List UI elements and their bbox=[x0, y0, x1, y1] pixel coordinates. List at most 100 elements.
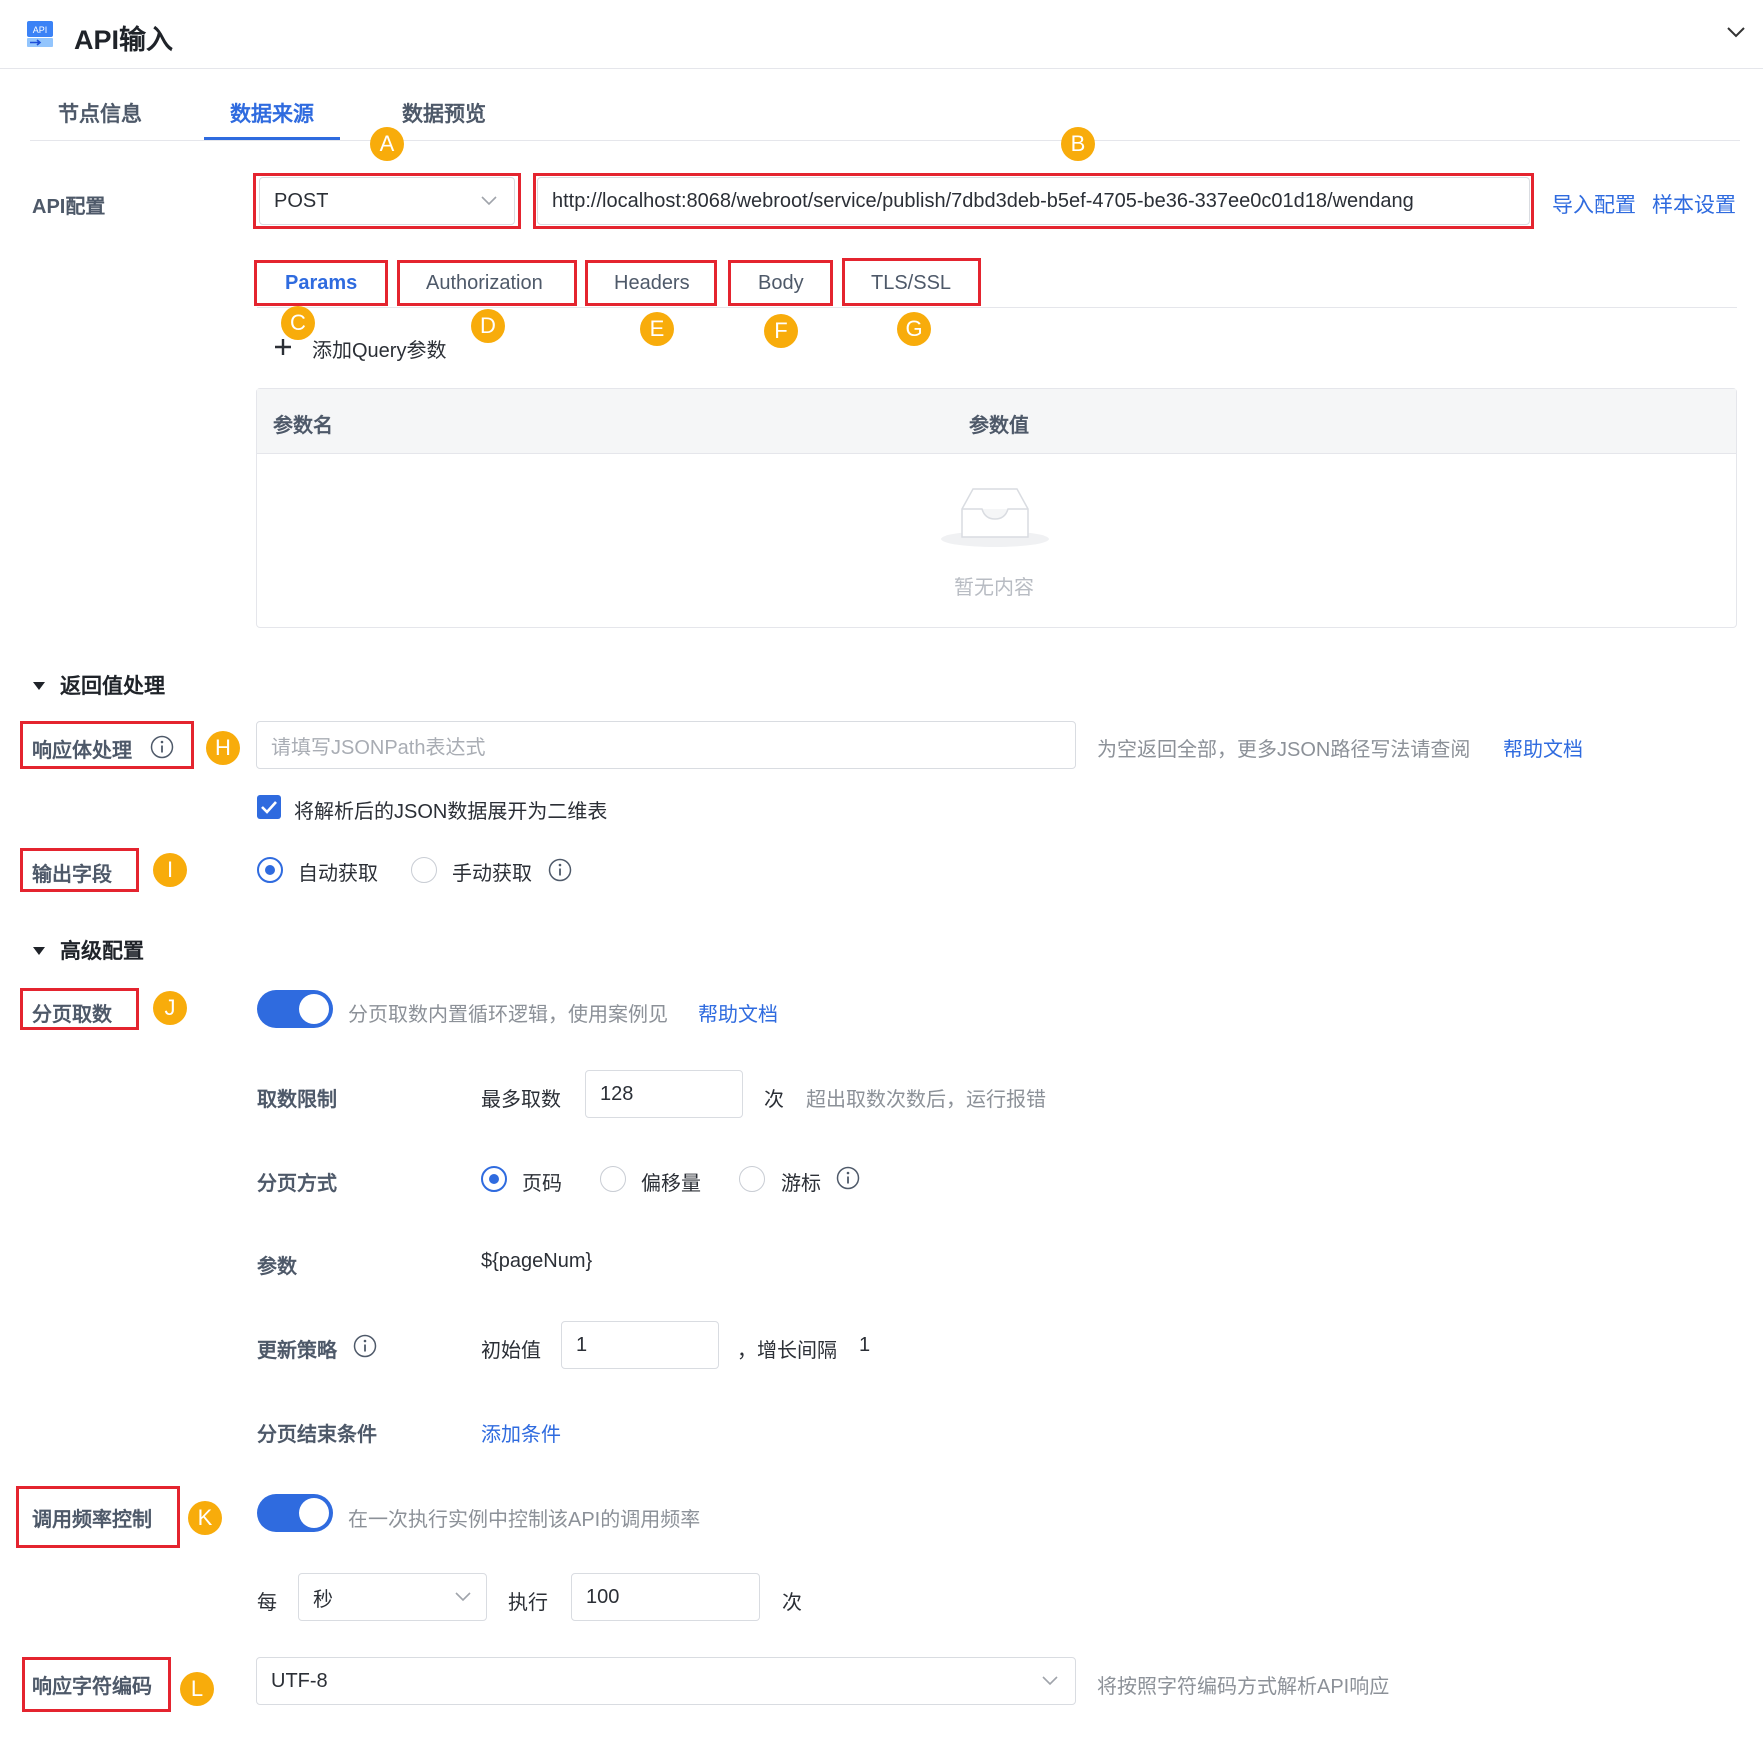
highlight-box-e bbox=[585, 260, 717, 306]
rate-value-input[interactable]: 100 bbox=[571, 1573, 760, 1621]
annotation-badge-g: G bbox=[897, 312, 931, 346]
radio-manual-fetch[interactable] bbox=[411, 857, 437, 883]
jsonpath-help-link[interactable]: 帮助文档 bbox=[1503, 733, 1583, 762]
initial-value-label: 初始值 bbox=[481, 1340, 541, 1362]
paging-end-label: 分页结束条件 bbox=[257, 1424, 377, 1446]
radio-auto-fetch[interactable] bbox=[257, 857, 283, 883]
empty-state-text: 暂无内容 bbox=[954, 577, 1034, 599]
annotation-badge-c: C bbox=[281, 306, 315, 340]
tab-data-source[interactable]: 数据来源 bbox=[230, 98, 314, 128]
highlight-box-c bbox=[254, 260, 388, 306]
rate-times-label: 次 bbox=[782, 1592, 802, 1614]
encoding-select[interactable]: UTF-8 bbox=[256, 1657, 1076, 1705]
radio-offset[interactable] bbox=[600, 1166, 626, 1192]
paging-mode-label: 分页方式 bbox=[257, 1173, 337, 1195]
info-icon[interactable] bbox=[548, 858, 572, 887]
jsonpath-placeholder: 请填写JSONPath表达式 bbox=[271, 736, 486, 759]
add-condition-link[interactable]: 添加条件 bbox=[481, 1418, 561, 1447]
tab-active-underline bbox=[204, 137, 340, 140]
encoding-hint: 将按照字符编码方式解析API响应 bbox=[1097, 1676, 1390, 1698]
api-icon: API bbox=[26, 19, 56, 49]
import-config-link[interactable]: 导入配置 bbox=[1552, 189, 1636, 219]
initial-value: 1 bbox=[576, 1333, 588, 1356]
paging-hint: 分页取数内置循环逻辑，使用案例见 bbox=[348, 1004, 668, 1026]
fetch-limit-input[interactable]: 128 bbox=[585, 1070, 743, 1118]
rate-unit-select[interactable]: 秒 bbox=[298, 1573, 487, 1621]
chevron-down-icon bbox=[455, 1592, 471, 1602]
paging-help-link[interactable]: 帮助文档 bbox=[698, 998, 778, 1027]
fetch-limit-hint: 超出取数次数后，运行报错 bbox=[806, 1089, 1046, 1111]
highlight-box-a bbox=[253, 173, 521, 229]
annotation-badge-l: L bbox=[180, 1672, 214, 1706]
initial-value-input[interactable]: 1 bbox=[561, 1321, 719, 1369]
annotation-badge-d: D bbox=[471, 309, 505, 343]
update-strategy-label: 更新策略 bbox=[257, 1340, 337, 1362]
jsonpath-input[interactable]: 请填写JSONPath表达式 bbox=[256, 721, 1076, 769]
radio-page-number[interactable] bbox=[481, 1166, 507, 1192]
highlight-box-g bbox=[842, 258, 981, 306]
rate-unit-value: 秒 bbox=[313, 1588, 333, 1611]
column-header-param-value: 参数值 bbox=[969, 415, 1029, 437]
highlight-box-l bbox=[22, 1657, 171, 1712]
radio-offset-label: 偏移量 bbox=[641, 1173, 701, 1195]
api-config-label: API配置 bbox=[32, 196, 106, 218]
highlight-box-d bbox=[397, 260, 577, 306]
encoding-value: UTF-8 bbox=[271, 1669, 328, 1692]
param-label: 参数 bbox=[257, 1256, 297, 1278]
collapse-chevron-icon[interactable] bbox=[1725, 24, 1747, 45]
annotation-badge-j: J bbox=[153, 991, 187, 1025]
info-icon[interactable] bbox=[353, 1334, 377, 1363]
annotation-badge-b: B bbox=[1061, 127, 1095, 161]
annotation-badge-i: I bbox=[153, 853, 187, 887]
tab-bar-divider bbox=[30, 140, 1740, 141]
annotation-badge-f: F bbox=[764, 314, 798, 348]
checkmark-icon bbox=[261, 801, 277, 814]
info-icon[interactable] bbox=[836, 1166, 860, 1195]
annotation-badge-h: H bbox=[206, 731, 240, 765]
radio-cursor[interactable] bbox=[739, 1166, 765, 1192]
radio-manual-fetch-label: 手动获取 bbox=[452, 863, 532, 885]
sample-settings-link[interactable]: 样本设置 bbox=[1652, 189, 1736, 219]
radio-page-number-label: 页码 bbox=[522, 1173, 562, 1195]
request-tab-divider bbox=[257, 307, 1737, 308]
param-value: ${pageNum} bbox=[481, 1250, 593, 1272]
fetch-limit-value: 128 bbox=[600, 1082, 634, 1105]
column-header-param-name: 参数名 bbox=[273, 415, 333, 437]
rate-exec-label: 执行 bbox=[508, 1592, 548, 1614]
annotation-badge-a: A bbox=[370, 127, 404, 161]
rate-control-hint: 在一次执行实例中控制该API的调用频率 bbox=[348, 1509, 701, 1531]
response-section-caret-icon[interactable] bbox=[32, 678, 46, 696]
rate-control-toggle[interactable] bbox=[257, 1494, 333, 1532]
highlight-box-h bbox=[20, 721, 194, 769]
fetch-limit-prefix: 最多取数 bbox=[481, 1089, 561, 1111]
highlight-box-b bbox=[533, 173, 1534, 229]
highlight-box-f bbox=[728, 260, 833, 306]
empty-inbox-icon bbox=[940, 479, 1050, 549]
header-bar bbox=[0, 0, 1763, 69]
rate-per-label: 每 bbox=[257, 1592, 277, 1614]
step-label: ，增长间隔 bbox=[737, 1340, 837, 1362]
advanced-section-caret-icon[interactable] bbox=[32, 943, 46, 961]
paging-toggle[interactable] bbox=[257, 990, 333, 1028]
add-query-param-label: 添加Query参数 bbox=[312, 340, 447, 362]
advanced-section-title: 高级配置 bbox=[60, 940, 144, 963]
jsonpath-hint: 为空返回全部，更多JSON路径写法请查阅 bbox=[1097, 739, 1471, 761]
annotation-badge-e: E bbox=[640, 312, 674, 346]
svg-text:API: API bbox=[33, 25, 48, 35]
radio-cursor-label: 游标 bbox=[781, 1173, 821, 1195]
tab-data-preview[interactable]: 数据预览 bbox=[402, 98, 486, 128]
fetch-limit-unit: 次 bbox=[764, 1089, 784, 1111]
highlight-box-i bbox=[20, 848, 139, 892]
rate-value: 100 bbox=[586, 1585, 620, 1608]
params-table: 参数名 参数值 暂无内容 bbox=[256, 388, 1737, 628]
flatten-checkbox[interactable] bbox=[257, 795, 281, 819]
step-value: 1 bbox=[859, 1334, 871, 1356]
highlight-box-k bbox=[16, 1486, 180, 1548]
highlight-box-j bbox=[20, 988, 139, 1030]
chevron-down-icon bbox=[1042, 1676, 1058, 1686]
tab-node-info[interactable]: 节点信息 bbox=[58, 98, 142, 128]
plus-icon bbox=[275, 339, 291, 355]
fetch-limit-label: 取数限制 bbox=[257, 1089, 337, 1111]
flatten-checkbox-label: 将解析后的JSON数据展开为二维表 bbox=[294, 801, 608, 823]
radio-auto-fetch-label: 自动获取 bbox=[298, 863, 378, 885]
